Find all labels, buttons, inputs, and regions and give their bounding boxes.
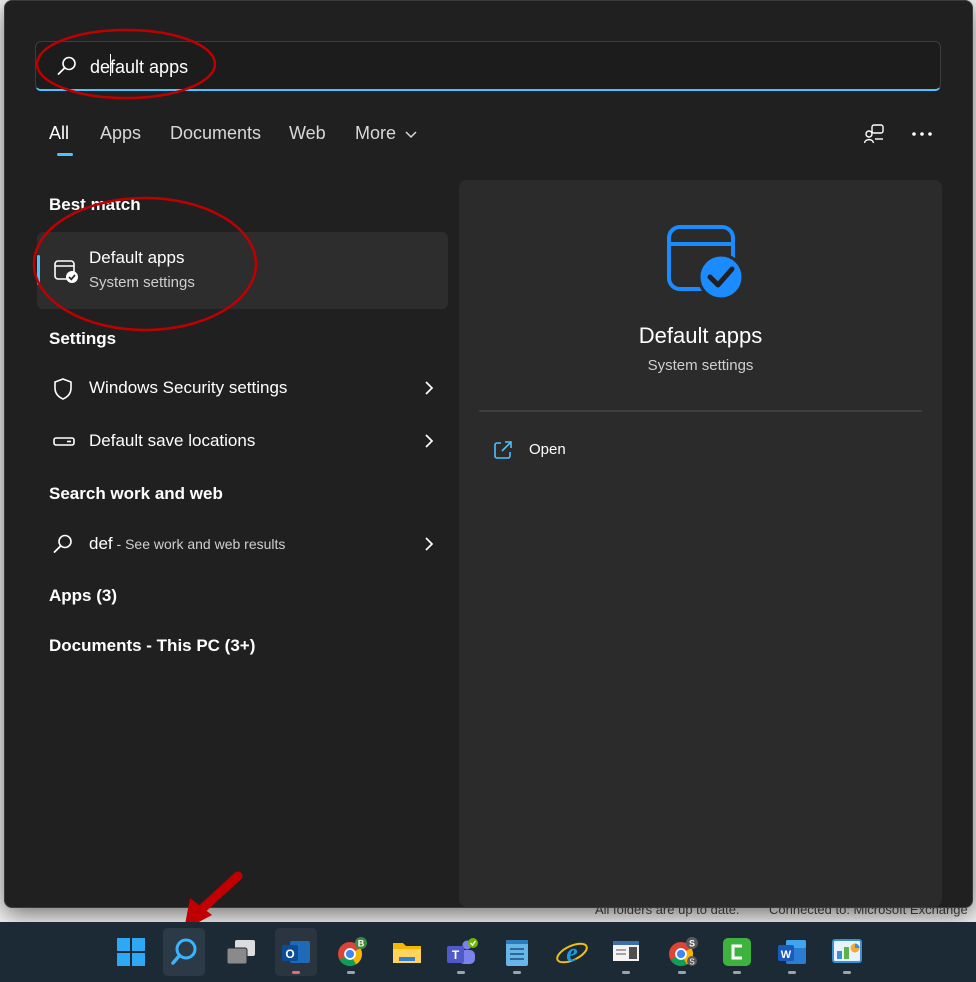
search-icon [56,55,78,82]
default-apps-icon [53,258,79,289]
apps-group-heading[interactable]: Apps (3) [49,586,117,606]
taskbar-search[interactable] [163,928,205,976]
windows-logo-icon [117,938,145,966]
running-indicator [292,971,300,974]
taskbar-task-view[interactable] [220,928,262,976]
running-indicator [843,971,851,974]
taskbar-remote-app[interactable] [605,928,647,976]
documents-group-heading[interactable]: Documents - This PC (3+) [49,636,255,656]
tab-more-label: More [355,123,397,143]
task-view-icon [226,940,255,965]
taskbar: O B T e SS W [0,922,976,982]
result-label: Default save locations [89,431,256,450]
search-web-heading: Search work and web [49,484,223,503]
open-action[interactable]: Open [493,438,693,464]
drive-icon [52,430,76,457]
taskbar-chrome[interactable]: B [330,928,372,976]
remote-app-icon [613,941,639,961]
folder-icon [393,943,421,963]
taskbar-word[interactable]: W [771,928,813,976]
svg-text:e: e [566,938,578,967]
running-indicator [513,971,521,974]
tab-more[interactable]: More [355,123,417,144]
best-match-subtitle: System settings [89,274,195,291]
running-indicator [678,971,686,974]
result-default-save-locations[interactable]: Default save locations [37,418,448,466]
search-panel: All Apps Documents Web More Best match [4,0,973,908]
chevron-right-icon[interactable] [424,535,434,558]
outlook-letter: O [285,947,294,961]
open-external-icon [493,440,513,465]
internet-explorer-icon: e [556,938,588,967]
svg-text:S: S [689,958,694,967]
notepad-icon [506,940,528,966]
chrome-profile-icon: SS [669,937,698,967]
active-tab-indicator [57,153,73,156]
taskbar-camtasia[interactable] [716,928,758,976]
taskbar-start[interactable] [110,928,152,976]
shield-icon [52,377,74,406]
best-match-default-apps[interactable]: Default apps System settings [37,232,448,309]
tab-apps[interactable]: Apps [100,123,141,144]
search-icon [171,938,197,965]
best-match-name: Default apps [89,248,185,267]
running-indicator [457,971,465,974]
open-label: Open [529,441,566,458]
share-feedback-icon[interactable] [858,119,890,149]
detail-title: Default apps [638,323,763,348]
result-windows-security-settings[interactable]: Windows Security settings [37,365,448,413]
taskbar-teams[interactable]: T [440,928,482,976]
default-apps-large-icon [664,222,745,307]
result-label: Windows Security settings [89,378,288,397]
taskbar-chrome-profile[interactable]: SS [661,928,703,976]
taskbar-internet-explorer[interactable]: e [551,928,593,976]
more-options-icon[interactable] [906,119,938,149]
tab-web[interactable]: Web [289,123,326,144]
running-indicator [733,971,741,974]
svg-text:T: T [452,948,460,962]
chevron-down-icon [405,131,417,139]
running-indicator [788,971,796,974]
camtasia-icon [723,938,751,966]
web-query: def [89,534,113,553]
tab-all[interactable]: All [49,123,69,144]
chrome-profile-badge: S [689,939,695,949]
word-letter: W [781,949,792,961]
taskbar-outlook[interactable]: O [275,928,317,976]
chevron-right-icon[interactable] [424,379,434,402]
chrome-badge: B [358,939,365,949]
selection-indicator [37,255,40,285]
result-web-search[interactable]: def - See work and web results [37,521,448,569]
taskbar-control-panel[interactable] [826,928,868,976]
detail-divider [479,410,922,412]
detail-subtitle: System settings [647,357,754,374]
web-suffix: - See work and web results [112,536,286,552]
search-icon [52,533,74,560]
search-box[interactable] [35,41,941,91]
control-panel-icon [832,939,862,963]
teams-icon: T [447,938,478,964]
tab-documents[interactable]: Documents [170,123,261,144]
search-input[interactable] [88,53,892,81]
text-caret [110,54,111,76]
chevron-right-icon[interactable] [424,432,434,455]
chrome-icon: B [338,937,367,967]
running-indicator [622,971,630,974]
settings-heading: Settings [49,329,117,348]
best-match-heading: Best match [49,195,141,214]
detail-pane: Default apps System settings Open [459,180,942,907]
running-indicator [347,971,355,974]
taskbar-notepad[interactable] [496,928,538,976]
word-icon: W [778,940,806,964]
taskbar-file-explorer[interactable] [386,928,428,976]
outlook-icon: O [282,941,310,963]
web-result-label: def - See work and web results [89,534,285,554]
